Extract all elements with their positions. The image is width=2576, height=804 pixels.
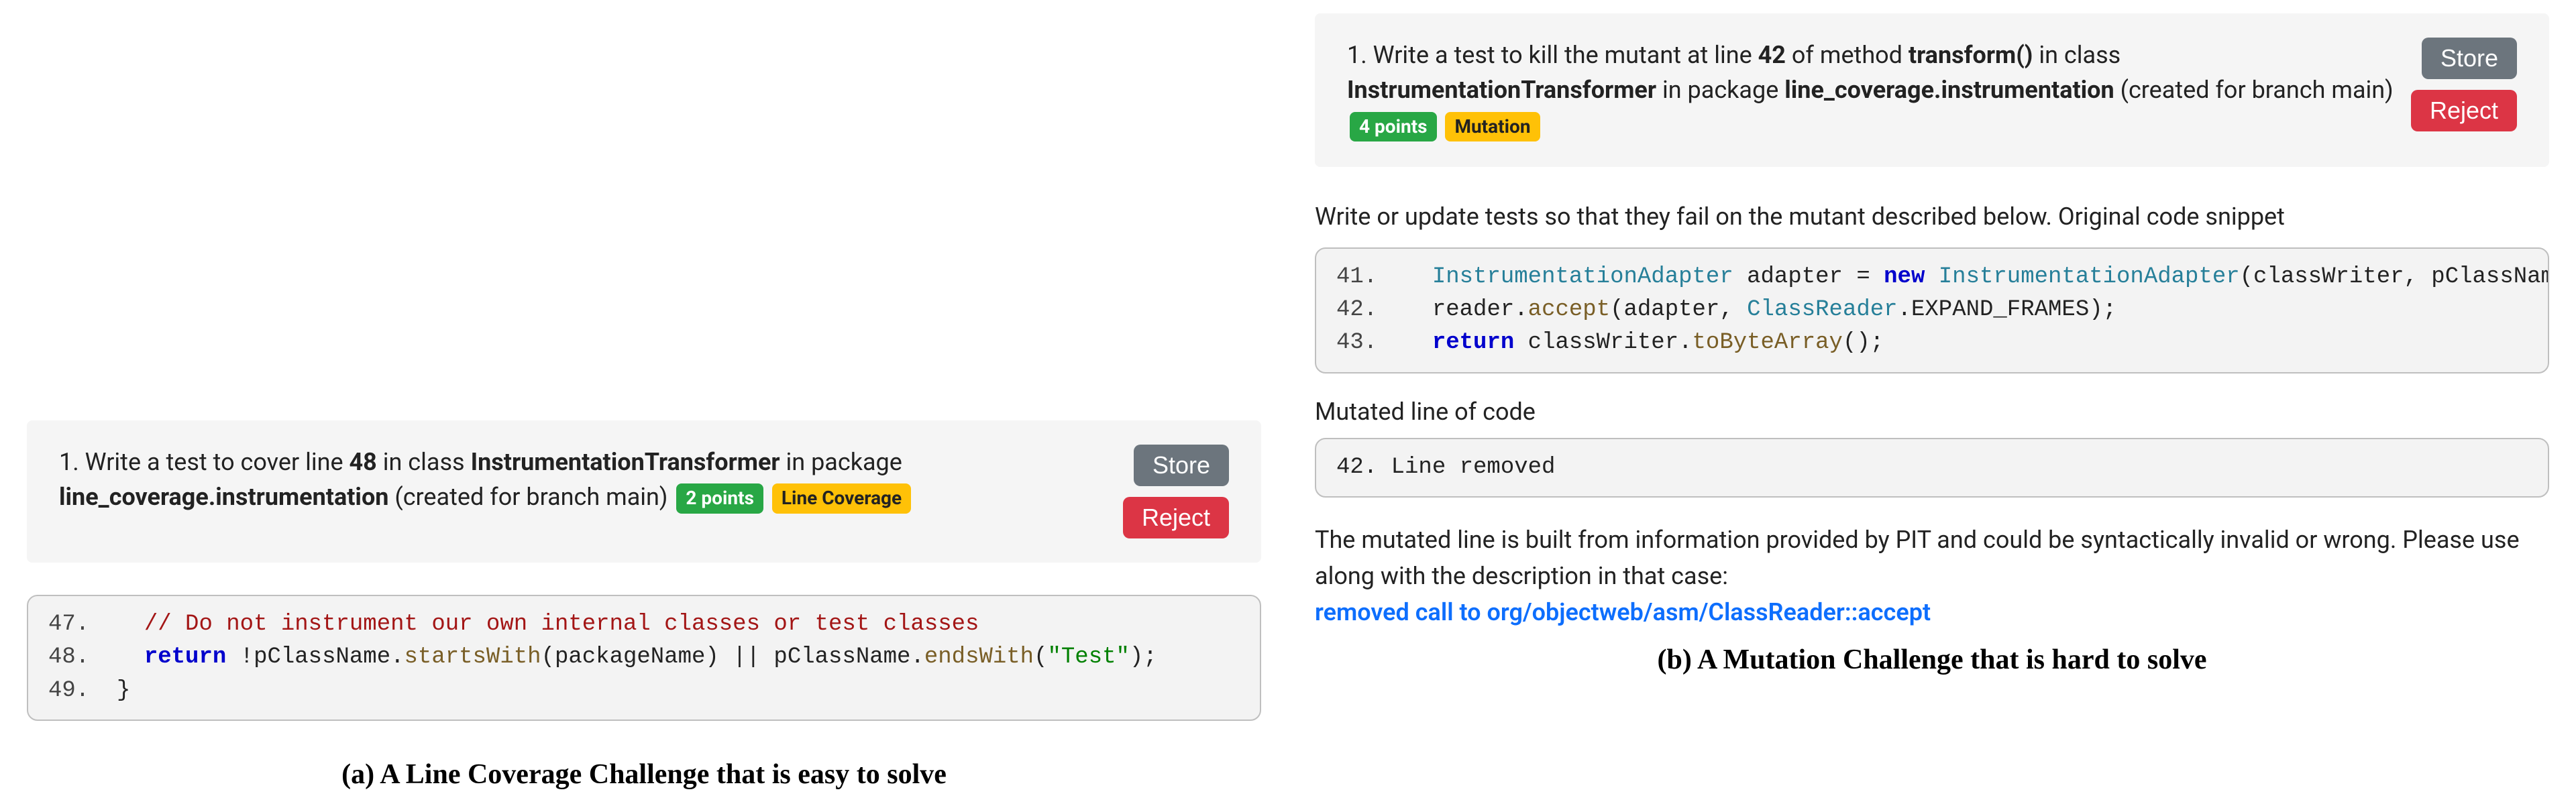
code-method: startsWith [405, 644, 541, 670]
code-text: adapter = [1733, 264, 1884, 290]
code-text: classWriter. [1514, 330, 1692, 355]
challenge-line-num: 48 [349, 448, 376, 476]
challenge-mid2: in class [2033, 41, 2121, 69]
code-keyword: return [144, 644, 226, 670]
code-text: (classWriter, pClassName); [2240, 264, 2549, 290]
mutated-label: Mutated line of code [1315, 398, 2549, 426]
type-badge: Mutation [1445, 112, 1540, 142]
code-text: reader. [1432, 297, 1528, 323]
type-badge: Line Coverage [772, 483, 911, 514]
challenge-package: line_coverage.instrumentation [1784, 76, 2114, 104]
code-snippet-left: 47. // Do not instrument our own interna… [27, 595, 1261, 721]
line-num: 49. [48, 678, 89, 703]
line-num: 41. [1336, 264, 1377, 290]
line-num: 43. [1336, 330, 1377, 355]
challenge-card-right: 1. Write a test to kill the mutant at li… [1315, 13, 2549, 167]
mutation-desc-text: The mutated line is built from informati… [1315, 526, 2520, 590]
right-panel: 1. Write a test to kill the mutant at li… [1288, 0, 2576, 804]
reject-button[interactable]: Reject [1123, 497, 1229, 538]
challenge-class: InstrumentationTransformer [1347, 76, 1656, 104]
code-text [1925, 264, 1938, 290]
challenge-line-num: 42 [1758, 41, 1786, 69]
code-text: (); [1843, 330, 1884, 355]
code-snippet-original: 41. InstrumentationAdapter adapter = new… [1315, 247, 2549, 374]
code-comment: // Do not instrument our own internal cl… [144, 612, 979, 637]
code-type: InstrumentationAdapter [1432, 264, 1733, 290]
button-column: Store Reject [1123, 445, 1229, 538]
figure-caption-b: (b) A Mutation Challenge that is hard to… [1315, 644, 2549, 676]
code-text: (packageName) || pClassName. [541, 644, 924, 670]
code-text: (adapter, [1610, 297, 1747, 323]
challenge-description: 1. Write a test to kill the mutant at li… [1347, 38, 2395, 143]
challenge-package: line_coverage.instrumentation [59, 483, 388, 511]
challenge-mid1: in class [377, 448, 471, 476]
code-method: toByteArray [1693, 330, 1843, 355]
code-method: accept [1528, 297, 1610, 323]
challenge-suffix: (created for branch main) [2114, 76, 2394, 104]
mutation-description: The mutated line is built from informati… [1315, 522, 2549, 630]
challenge-class: InstrumentationTransformer [471, 448, 780, 476]
mutation-link[interactable]: removed call to org/objectweb/asm/ClassR… [1315, 598, 1931, 626]
code-method: endsWith [924, 644, 1034, 670]
figure-caption-a: (a) A Line Coverage Challenge that is ea… [27, 758, 1261, 791]
store-button[interactable]: Store [1134, 445, 1229, 486]
line-num: 47. [48, 612, 89, 637]
code-snippet-mutated: 42. Line removed [1315, 438, 2549, 498]
challenge-prefix: 1. Write a test to kill the mutant at li… [1347, 41, 1758, 69]
challenge-description: 1. Write a test to cover line 48 in clas… [59, 445, 1107, 514]
challenge-card-left: 1. Write a test to cover line 48 in clas… [27, 420, 1261, 563]
challenge-mid2: in package [780, 448, 902, 476]
code-text: !pClassName. [226, 644, 404, 670]
code-type: ClassReader [1747, 297, 1897, 323]
line-num: 48. [48, 644, 89, 670]
button-column: Store Reject [2411, 38, 2517, 131]
challenge-suffix: (created for branch main) [388, 483, 667, 511]
code-type: InstrumentationAdapter [1939, 264, 2240, 290]
code-text: ( [1034, 644, 1047, 670]
store-button[interactable]: Store [2422, 38, 2517, 79]
points-badge: 4 points [1350, 112, 1437, 142]
code-brace: } [117, 678, 130, 703]
challenge-prefix: 1. Write a test to cover line [59, 448, 349, 476]
code-keyword: return [1432, 330, 1514, 355]
left-panel: 1. Write a test to cover line 48 in clas… [0, 0, 1288, 804]
challenge-mid3: in package [1656, 76, 1784, 104]
reject-button[interactable]: Reject [2411, 90, 2517, 131]
code-text: ); [1130, 644, 1157, 670]
line-num: 42. [1336, 297, 1377, 323]
code-keyword: new [1884, 264, 1925, 290]
challenge-mid1: of method [1786, 41, 1909, 69]
code-string: "Test" [1048, 644, 1130, 670]
points-badge: 2 points [676, 483, 763, 514]
challenge-method: transform() [1909, 41, 2033, 69]
instruction-text: Write or update tests so that they fail … [1315, 199, 2549, 234]
code-text: .EXPAND_FRAMES); [1898, 297, 2116, 323]
spacer [27, 13, 1261, 420]
